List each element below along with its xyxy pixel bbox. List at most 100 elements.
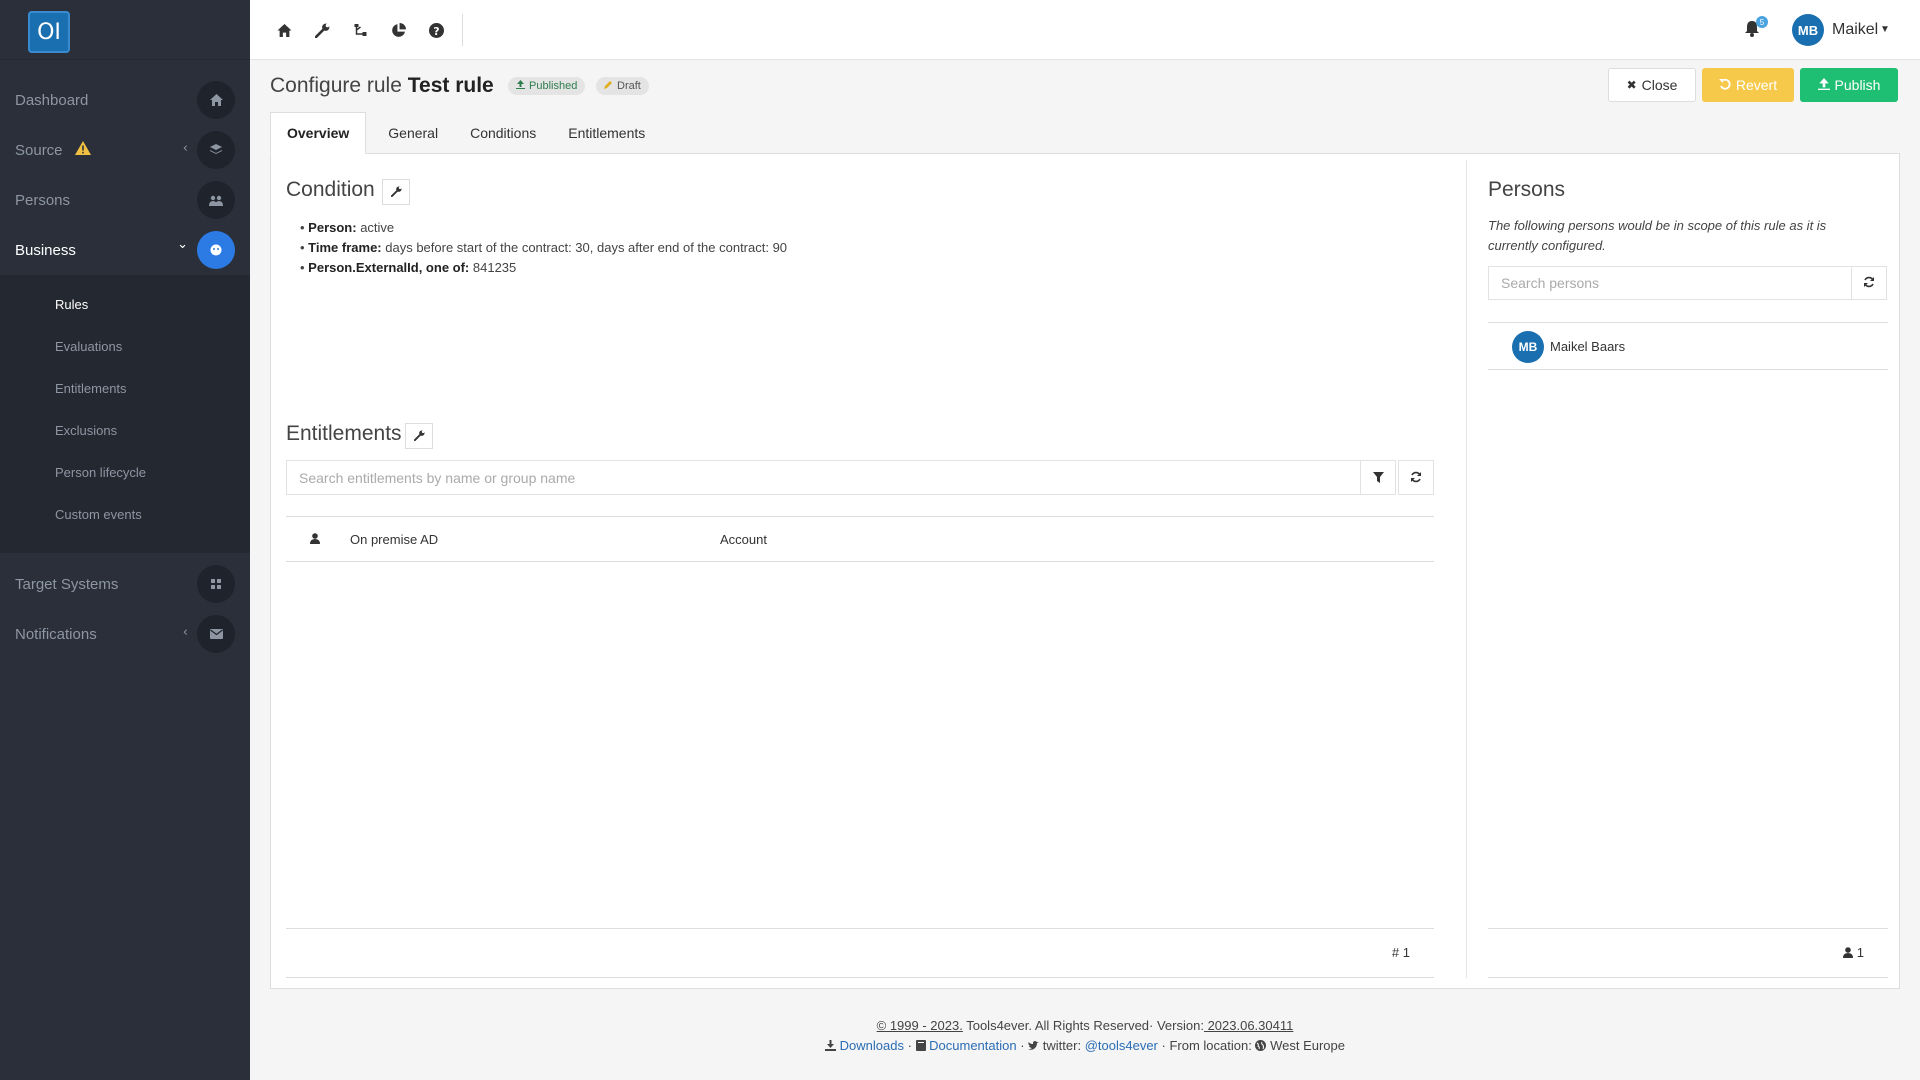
user-icon — [310, 532, 320, 547]
condition-list: Person: active Time frame: days before s… — [300, 218, 787, 278]
publish-button-label: Publish — [1834, 77, 1881, 93]
entitlements-search-input[interactable]: Search entitlements by name or group nam… — [286, 460, 1361, 495]
sidebar-item-target-systems[interactable]: Target Systems — [0, 559, 250, 609]
footer-copyright-line: © 1999 - 2023. Tools4ever. All Rights Re… — [250, 1016, 1920, 1036]
revert-button-label: Revert — [1735, 77, 1778, 93]
caret-down-icon[interactable]: ▼ — [1880, 24, 1890, 35]
app-logo[interactable]: OI — [28, 11, 70, 53]
sidebar-item-label: Notifications — [15, 625, 97, 643]
refresh-entitlements-button[interactable] — [1398, 460, 1434, 495]
list-item[interactable]: MB Maikel Baars — [1488, 322, 1888, 370]
table-row[interactable]: On premise AD Account — [286, 516, 1434, 562]
users-icon — [197, 181, 235, 219]
subnav-item-person-lifecycle[interactable]: Person lifecycle — [0, 451, 250, 493]
wrench-icon — [413, 428, 425, 444]
user-name[interactable]: Maikel — [1832, 21, 1878, 39]
sidebar-item-source[interactable]: Source ‹ — [0, 125, 250, 175]
entitlement-system: On premise AD — [350, 532, 439, 547]
persons-title: Persons — [1488, 178, 1566, 201]
warning-icon — [74, 141, 91, 159]
entitlements-count: # 1 — [1391, 945, 1410, 960]
envelope-icon — [197, 615, 235, 653]
edit-entitlements-button[interactable] — [405, 423, 433, 449]
home-icon[interactable] — [274, 20, 294, 40]
home-icon — [197, 81, 235, 119]
tab-conditions[interactable]: Conditions — [454, 112, 552, 154]
upload-icon — [1817, 77, 1830, 93]
svg-text:?: ? — [433, 24, 439, 37]
subnav-item-rules[interactable]: Rules — [0, 283, 250, 325]
downloads-link[interactable]: Downloads — [840, 1038, 904, 1053]
refresh-icon — [1863, 275, 1875, 291]
close-button-label: Close — [1641, 77, 1678, 93]
question-circle-icon[interactable]: ? — [426, 20, 446, 40]
location-value: West Europe — [1270, 1038, 1345, 1053]
sidebar-item-label: Business — [15, 241, 76, 259]
tab-entitlements[interactable]: Entitlements — [552, 112, 661, 154]
company-text: Tools4ever. All Rights Reserved· Version… — [962, 1018, 1204, 1033]
persons-footer: 1 — [1488, 928, 1888, 978]
business-subnav: Rules Evaluations Entitlements Exclusion… — [0, 275, 250, 553]
user-icon — [1843, 946, 1854, 961]
tab-bar: Overview General Conditions Entitlements — [270, 112, 661, 154]
notification-count-badge: 5 — [1756, 16, 1768, 28]
close-button[interactable]: ✖ Close — [1608, 68, 1696, 102]
persons-search-input[interactable]: Search persons — [1488, 266, 1852, 300]
condition-item: Person: active — [300, 218, 787, 238]
divider — [462, 14, 463, 46]
download-icon — [825, 1037, 836, 1057]
top-nav-icons: ? — [274, 20, 446, 40]
sidebar-item-label: Persons — [15, 191, 71, 209]
subnav-item-exclusions[interactable]: Exclusions — [0, 409, 250, 451]
book-icon — [915, 1037, 926, 1057]
wrench-icon — [390, 184, 402, 200]
avatar: MB — [1512, 331, 1544, 363]
persons-count-value: 1 — [1856, 945, 1864, 960]
entitlement-type: Account — [720, 532, 767, 547]
page-title-prefix: Configure rule — [270, 74, 402, 97]
pencil-icon — [604, 80, 613, 92]
twitter-link[interactable]: @tools4ever — [1085, 1038, 1158, 1053]
subnav-item-evaluations[interactable]: Evaluations — [0, 325, 250, 367]
sidebar-item-persons[interactable]: Persons — [0, 175, 250, 225]
sidebar-item-business[interactable]: Business ⌄ — [0, 225, 250, 275]
badge-label: Draft — [617, 80, 641, 92]
sidebar-item-label: Source — [15, 141, 63, 159]
badge-label: Published — [529, 80, 578, 92]
entitlements-footer: # 1 — [286, 928, 1434, 978]
publish-button[interactable]: Publish — [1800, 68, 1898, 102]
subnav-item-entitlements[interactable]: Entitlements — [0, 367, 250, 409]
filter-button[interactable] — [1360, 460, 1396, 495]
user-avatar[interactable]: MB — [1792, 14, 1824, 46]
filter-icon — [1372, 470, 1384, 486]
sidebar-item-label: Dashboard — [15, 91, 89, 109]
refresh-persons-button[interactable] — [1851, 266, 1887, 300]
twitter-label: twitter: — [1042, 1038, 1082, 1053]
twitter-icon — [1028, 1037, 1040, 1057]
documentation-link[interactable]: Documentation — [929, 1038, 1016, 1053]
page-footer: © 1999 - 2023. Tools4ever. All Rights Re… — [250, 1016, 1920, 1057]
person-name: Maikel Baars — [1550, 339, 1626, 354]
wrench-icon[interactable] — [312, 20, 332, 40]
sidebar-item-dashboard[interactable]: Dashboard — [0, 75, 250, 125]
condition-title: Condition — [286, 178, 375, 201]
location-label: From location: — [1169, 1038, 1252, 1053]
persons-count: 1 — [1843, 945, 1864, 961]
globe-icon — [1255, 1037, 1267, 1057]
business-icon — [197, 231, 235, 269]
status-badge-draft: Draft — [596, 77, 649, 95]
revert-button[interactable]: Revert — [1702, 68, 1794, 102]
logo-area: OI — [0, 0, 250, 60]
chevron-down-icon: ⌄ — [177, 237, 188, 252]
tab-general[interactable]: General — [372, 112, 454, 154]
footer-links-line: Downloads · Documentation · twitter: @to… — [250, 1036, 1920, 1057]
condition-item: Person.ExternalId, one of: 841235 — [300, 258, 787, 278]
edit-condition-button[interactable] — [382, 179, 410, 205]
sitemap-icon[interactable] — [350, 20, 370, 40]
chevron-left-icon: ‹ — [182, 141, 188, 156]
subnav-item-custom-events[interactable]: Custom events — [0, 493, 250, 535]
sidebar-item-notifications[interactable]: Notifications ‹ — [0, 609, 250, 659]
pie-chart-icon[interactable] — [388, 20, 408, 40]
grid-icon — [197, 565, 235, 603]
tab-overview[interactable]: Overview — [270, 112, 367, 154]
